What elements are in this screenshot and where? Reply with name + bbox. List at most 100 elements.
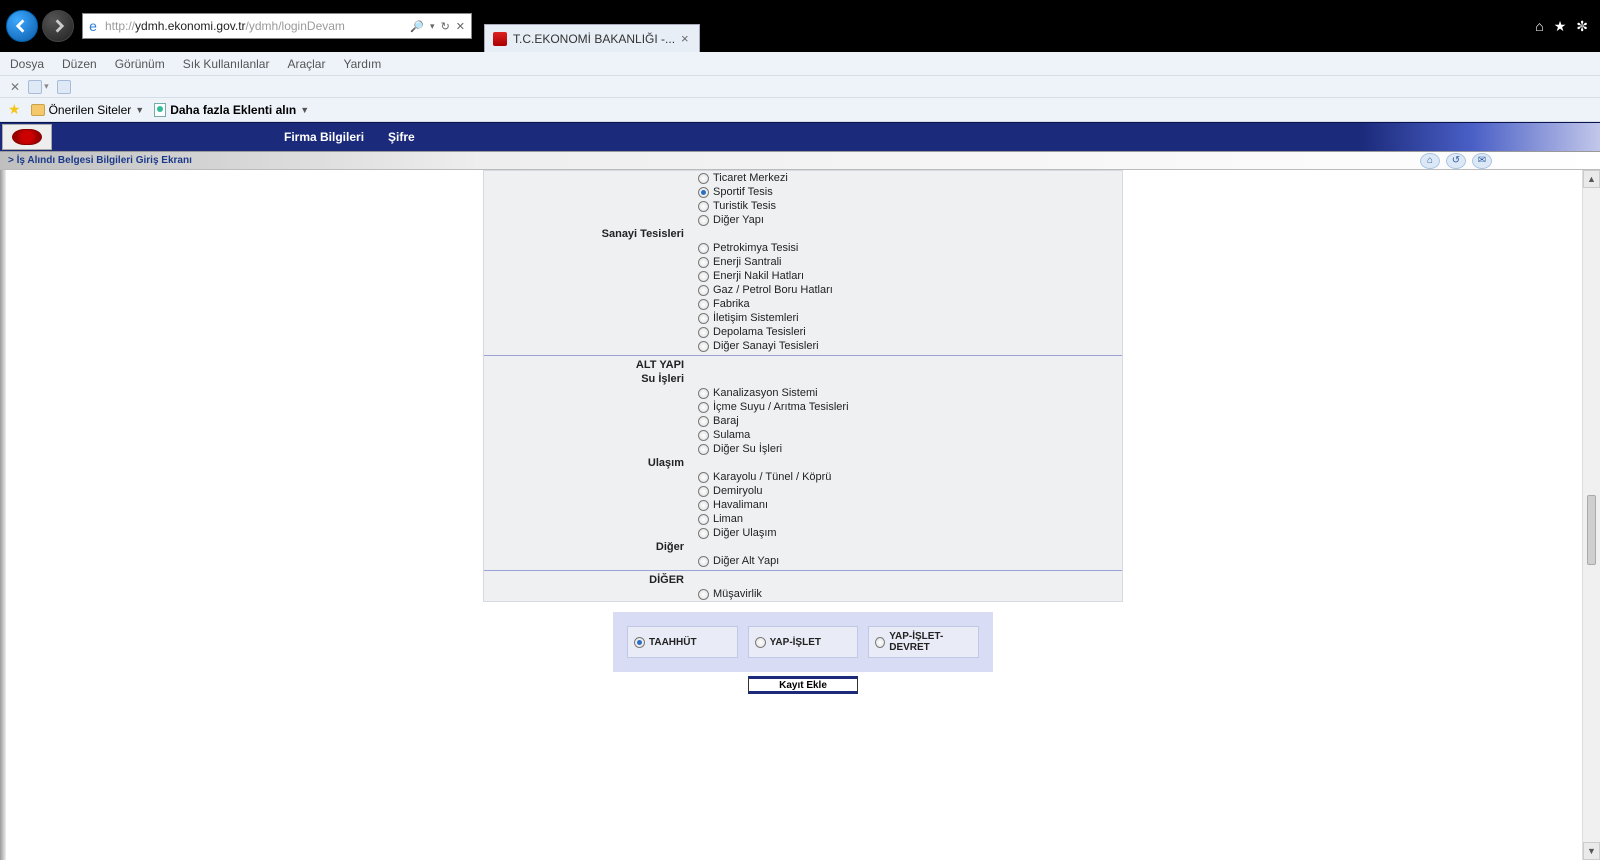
menu-sik[interactable]: Sık Kullanılanlar	[183, 57, 270, 71]
option-label: Diğer Su İşleri	[713, 443, 782, 455]
fav-daha-eklenti[interactable]: Daha fazla Eklenti alın ▼	[154, 103, 309, 117]
tender-type-option[interactable]: YAP-İŞLET	[748, 626, 859, 658]
menu-gorunum[interactable]: Görünüm	[115, 57, 165, 71]
radio-button[interactable]	[698, 299, 709, 310]
radio-button[interactable]	[698, 313, 709, 324]
tender-type-option[interactable]: YAP-İŞLET-DEVRET	[868, 626, 979, 658]
radio-button[interactable]	[698, 341, 709, 352]
option-label: Ticaret Merkezi	[713, 172, 788, 184]
menu-araclar[interactable]: Araçlar	[287, 57, 325, 71]
radio-button[interactable]	[698, 486, 709, 497]
option-label: Sulama	[713, 429, 750, 441]
radio-button[interactable]	[698, 285, 709, 296]
radio-button[interactable]	[698, 556, 709, 567]
tab-close-icon[interactable]: ×	[681, 31, 689, 46]
option-label: Müşavirlik	[713, 588, 762, 600]
tools-icon[interactable]: ✼	[1576, 18, 1588, 35]
radio-button[interactable]	[698, 327, 709, 338]
url-input[interactable]: http://ydmh.ekonomi.gov.tr/ydmh/loginDev…	[103, 19, 404, 33]
radio-button[interactable]	[698, 173, 709, 184]
option-label: Diğer Alt Yapı	[713, 555, 779, 567]
radio-button[interactable]	[698, 589, 709, 600]
stop-icon[interactable]: ✕	[456, 20, 465, 33]
convert-icon[interactable]: ▾	[28, 80, 49, 94]
kayit-ekle-button[interactable]: Kayıt Ekle	[748, 676, 858, 694]
small-toolbar: ✕ ▾	[0, 76, 1600, 98]
menu-dosya[interactable]: Dosya	[10, 57, 44, 71]
home-icon-small[interactable]: ⌂	[1420, 153, 1440, 169]
radio-button[interactable]	[698, 444, 709, 455]
option-row: Diğer Sanayi Tesisleri	[484, 339, 1122, 353]
back-button[interactable]	[6, 10, 38, 42]
radio-button[interactable]	[698, 271, 709, 282]
radio-button[interactable]	[698, 528, 709, 539]
menu-duzen[interactable]: Düzen	[62, 57, 97, 71]
browser-tab-active[interactable]: T.C.EKONOMİ BAKANLIĞI -... ×	[484, 24, 700, 52]
address-bar[interactable]: e http://ydmh.ekonomi.gov.tr/ydmh/loginD…	[82, 13, 472, 39]
breadcrumb: > İş Alındı Belgesi Bilgileri Giriş Ekra…	[8, 155, 192, 166]
option-row: Demiryolu	[484, 484, 1122, 498]
radio-button[interactable]	[698, 416, 709, 427]
search-icon[interactable]: 🔎	[410, 20, 424, 33]
radio-button[interactable]	[698, 257, 709, 268]
radio-button[interactable]	[698, 388, 709, 399]
radio-button[interactable]	[755, 637, 766, 648]
scroll-thumb[interactable]	[1587, 495, 1596, 565]
option-label: Depolama Tesisleri	[713, 326, 806, 338]
option-label: Enerji Santrali	[713, 256, 781, 268]
option-row: Baraj	[484, 414, 1122, 428]
option-row: Kanalizasyon Sistemi	[484, 386, 1122, 400]
add-favorite-icon[interactable]: ★	[8, 101, 21, 118]
option-row: Gaz / Petrol Boru Hatları	[484, 283, 1122, 297]
option-label: Karayolu / Tünel / Köprü	[713, 471, 831, 483]
radio-button[interactable]	[698, 514, 709, 525]
favorites-icon[interactable]: ★	[1554, 18, 1567, 35]
option-row: Diğer Su İşleri	[484, 442, 1122, 456]
radio-button[interactable]	[698, 500, 709, 511]
option-label: Diğer Sanayi Tesisleri	[713, 340, 819, 352]
radio-button[interactable]	[698, 472, 709, 483]
url-host: ydmh.ekonomi.gov.tr	[135, 19, 246, 33]
app-header: Firma Bilgileri Şifre	[0, 122, 1600, 152]
home-icon[interactable]: ⌂	[1535, 18, 1543, 34]
scrollbar-vertical[interactable]: ▲ ▼	[1582, 170, 1600, 860]
option-label: Gaz / Petrol Boru Hatları	[713, 284, 833, 296]
tender-type-label: TAAHHÜT	[649, 637, 697, 648]
fav-daha-label: Daha fazla Eklenti alın	[170, 103, 296, 117]
fav-onerilen[interactable]: Önerilen Siteler ▼	[31, 103, 145, 117]
scroll-down-icon[interactable]: ▼	[1583, 842, 1600, 860]
option-label: Kanalizasyon Sistemi	[713, 387, 818, 399]
close-bar-icon[interactable]: ✕	[10, 80, 20, 94]
radio-button[interactable]	[698, 430, 709, 441]
refresh-icon-small[interactable]: ↺	[1446, 153, 1466, 169]
form-panel: Ticaret MerkeziSportif TesisTuristik Tes…	[483, 170, 1123, 602]
radio-button[interactable]	[698, 243, 709, 254]
option-label: Baraj	[713, 415, 739, 427]
app-menu-sifre[interactable]: Şifre	[388, 130, 415, 144]
radio-button[interactable]	[698, 402, 709, 413]
tender-type-option[interactable]: TAAHHÜT	[627, 626, 738, 658]
radio-button[interactable]	[875, 637, 885, 648]
tender-type-label: YAP-İŞLET	[770, 637, 821, 648]
tab-title: T.C.EKONOMİ BAKANLIĞI -...	[513, 32, 675, 46]
favicon-icon	[493, 32, 507, 46]
option-label: Enerji Nakil Hatları	[713, 270, 804, 282]
option-label: Fabrika	[713, 298, 750, 310]
option-row: Sulama	[484, 428, 1122, 442]
scroll-up-icon[interactable]: ▲	[1583, 170, 1600, 188]
radio-button[interactable]	[698, 215, 709, 226]
option-label: Diğer Yapı	[713, 214, 764, 226]
app-menu-firma[interactable]: Firma Bilgileri	[284, 130, 364, 144]
radio-button[interactable]	[698, 187, 709, 198]
menu-yardim[interactable]: Yardım	[343, 57, 381, 71]
option-row: Petrokimya Tesisi	[484, 241, 1122, 255]
ie-icon: e	[83, 18, 103, 34]
select-icon[interactable]	[57, 80, 71, 94]
radio-button[interactable]	[634, 637, 645, 648]
option-row: Karayolu / Tünel / Köprü	[484, 470, 1122, 484]
radio-button[interactable]	[698, 201, 709, 212]
refresh-icon[interactable]: ↻	[441, 20, 450, 33]
mail-icon[interactable]: ✉	[1472, 153, 1492, 169]
favorites-bar: ★ Önerilen Siteler ▼ Daha fazla Eklenti …	[0, 98, 1600, 122]
forward-button[interactable]	[42, 10, 74, 42]
